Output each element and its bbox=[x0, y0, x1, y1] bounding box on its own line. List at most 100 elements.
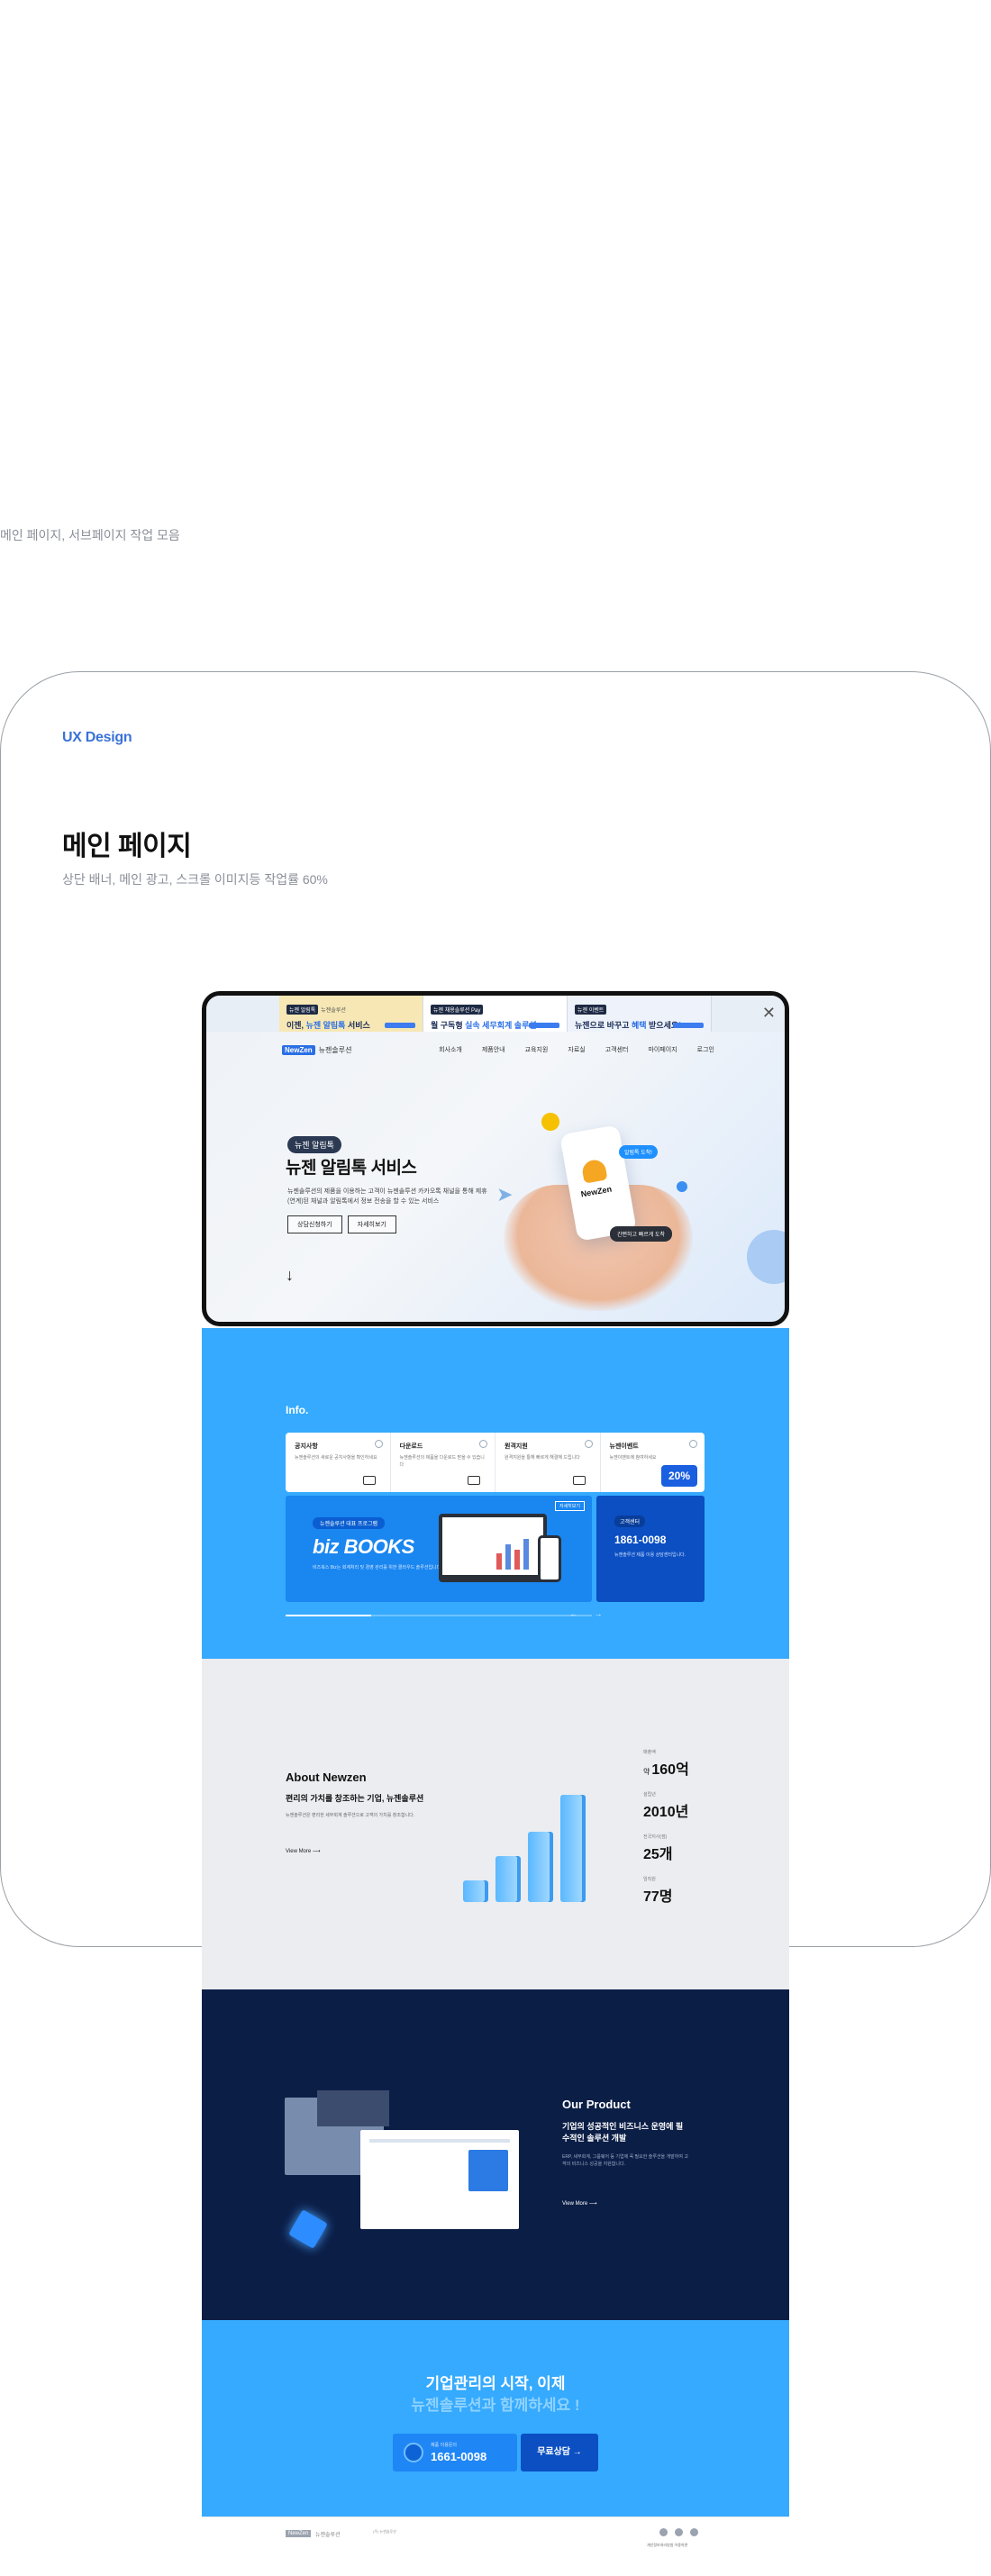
nav-item-login[interactable]: 로그인 bbox=[697, 1045, 714, 1054]
product-more-link[interactable]: View More ⟶ bbox=[562, 2200, 597, 2207]
info-card-remote[interactable]: 원격지원 원격지원을 통해 빠르게 해결해 드립니다 bbox=[496, 1433, 601, 1492]
plus-icon bbox=[479, 1440, 487, 1448]
growth-bar bbox=[560, 1795, 582, 1902]
stat-branches: 전국지사(점) 25개 bbox=[643, 1834, 673, 1862]
info-cards: 공지사항 뉴젠솔루션의 새로운 공지사항을 확인하세요 다운로드 뉴젠솔루션의 … bbox=[286, 1433, 705, 1492]
monitor-icon bbox=[572, 1476, 586, 1485]
hero-description: 뉴젠솔루션의 제품을 이용하는 고객이 뉴젠솔루션 카카오톡 채널을 통해 제휴… bbox=[287, 1188, 487, 1205]
detail-button[interactable]: 자세히보기 bbox=[347, 1215, 396, 1233]
info-card-event[interactable]: 뉴젠이벤트 뉴젠이벤트에 참여하세요 20% bbox=[601, 1433, 705, 1492]
info-card-notice[interactable]: 공지사항 뉴젠솔루션의 새로운 공지사항을 확인하세요 bbox=[286, 1433, 391, 1492]
about-subtitle: 편리의 가치를 창조하는 기업, 뉴젠솔루션 bbox=[286, 1794, 424, 1803]
bizbooks-panel[interactable]: 뉴젠솔루션 대표 프로그램 biz BOOKS 비즈북스 Biz는 회계처리 및… bbox=[286, 1496, 592, 1602]
stat-employees: 임직원 77명 bbox=[643, 1877, 673, 1905]
nav-item-resources[interactable]: 자료실 bbox=[568, 1045, 585, 1054]
instagram-icon[interactable] bbox=[675, 2528, 683, 2536]
free-consult-button[interactable]: 무료상담 → bbox=[521, 2434, 598, 2471]
phone-brand: NewZen bbox=[580, 1184, 613, 1199]
footer-brand: 뉴젠솔루션 bbox=[315, 2533, 341, 2538]
ad-button[interactable] bbox=[529, 1023, 559, 1028]
info-card-download[interactable]: 다운로드 뉴젠솔루션의 제품을 다운로드 받을 수 있습니다 bbox=[391, 1433, 496, 1492]
social-icons bbox=[659, 2528, 698, 2536]
download-icon bbox=[468, 1476, 480, 1485]
bizbooks-desc: 비즈북스 Biz는 회계처리 및 경영 관리를 위한 클라우드 솔루션입니다. bbox=[313, 1565, 442, 1570]
footer: NewZen 뉴젠솔루션 (주) 뉴젠솔루션 개인정보처리방침 이용약관 bbox=[202, 2517, 789, 2576]
product-screenshot bbox=[317, 2090, 389, 2126]
stat-founded: 설립년 2010년 bbox=[643, 1792, 689, 1820]
page-caption: 메인 페이지, 서브페이지 작업 모음 bbox=[0, 528, 180, 542]
bizbooks-more-button[interactable]: 자세히보기 bbox=[554, 1501, 585, 1511]
slider-arrows[interactable]: ← → bbox=[569, 1609, 610, 1618]
gem-icon bbox=[288, 2209, 328, 2249]
cta-subtitle: 뉴젠솔루션과 함께하세요 ! bbox=[411, 2397, 580, 2414]
info-section: Info. 공지사항 뉴젠솔루션의 새로운 공지사항을 확인하세요 다운로드 뉴… bbox=[202, 1328, 789, 1659]
cs-chip: 고객센터 bbox=[614, 1516, 646, 1527]
brand-name: 뉴젠솔루션 bbox=[318, 1045, 352, 1054]
nav-menu: 회사소개 제품안내 교육지원 자료실 고객센터 마이페이지 로그인 bbox=[439, 1045, 714, 1054]
footer-info: (주) 뉴젠솔루션 bbox=[373, 2529, 396, 2534]
deco-ball bbox=[541, 1113, 559, 1131]
main-navigation: NewZen 뉴젠솔루션 회사소개 제품안내 교육지원 자료실 고객센터 마이페… bbox=[282, 1042, 714, 1057]
consult-button[interactable]: 상담신청하기 bbox=[287, 1215, 342, 1233]
nav-item-about[interactable]: 회사소개 bbox=[439, 1045, 462, 1054]
ad-button[interactable] bbox=[673, 1023, 704, 1028]
cta-section: 기업관리의 시작, 이제 뉴젠솔루션과 함께하세요 ! 제품 이용문의 1661… bbox=[202, 2320, 789, 2517]
footer-logo[interactable]: NewZen bbox=[286, 2530, 312, 2537]
deco-circle bbox=[747, 1230, 785, 1284]
notification-chip: 알림톡 도착! bbox=[619, 1145, 658, 1159]
cta-title: 기업관리의 시작, 이제 bbox=[425, 2375, 566, 2392]
slider-progress bbox=[286, 1615, 592, 1616]
product-title: Our Product bbox=[562, 2098, 631, 2111]
cs-phone-number: 1861-0098 bbox=[614, 1534, 667, 1546]
about-title: About Newzen bbox=[286, 1770, 367, 1784]
logo[interactable]: NewZen bbox=[282, 1044, 315, 1055]
close-icon[interactable]: ✕ bbox=[762, 1005, 776, 1021]
blog-icon[interactable] bbox=[659, 2528, 668, 2536]
about-desc: 뉴젠솔루션은 편리한 세무회계 솔루션으로 고객의 가치를 창조합니다. bbox=[286, 1813, 415, 1818]
nav-item-education[interactable]: 교육지원 bbox=[525, 1045, 549, 1054]
product-section: Our Product 기업의 성공적인 비즈니스 운영에 필수적인 솔루션 개… bbox=[202, 1989, 789, 2320]
ad-small-text: 뉴젠솔루션 bbox=[321, 1008, 346, 1014]
customer-center-panel[interactable]: 고객센터 1861-0098 뉴젠솔루션 제품 이용 상담센터입니다. bbox=[596, 1496, 705, 1602]
bizbooks-title: biz BOOKS bbox=[313, 1535, 414, 1558]
call-button[interactable]: 제품 이용문의 1661-0098 bbox=[393, 2434, 517, 2471]
headset-icon bbox=[404, 2443, 423, 2462]
ad-tag: 뉴젠 알림톡 bbox=[286, 1005, 319, 1015]
nav-item-mypage[interactable]: 마이페이지 bbox=[648, 1045, 677, 1054]
plus-icon bbox=[584, 1440, 593, 1448]
discount-badge: 20% bbox=[661, 1465, 697, 1487]
growth-bar-chart bbox=[436, 1749, 589, 1920]
growth-bar bbox=[463, 1880, 485, 1902]
ad-tag: 뉴젠 이벤트 bbox=[575, 1005, 607, 1015]
speaker-icon bbox=[362, 1476, 376, 1485]
ad-item-2[interactable]: 뉴젠 채용솔루션 Pay 월 구독형 실속 세무회계 솔루션 bbox=[423, 996, 568, 1032]
section-title: 메인 페이지 bbox=[62, 832, 192, 861]
hero-title: 뉴젠 알림톡 서비스 bbox=[286, 1159, 417, 1178]
nav-item-support[interactable]: 고객센터 bbox=[605, 1045, 629, 1054]
product-desc: ERP, 세무회계, 그룹웨어 등 기업에 꼭 필요한 솔루션을 개발하여 고객… bbox=[562, 2154, 688, 2167]
nav-item-products[interactable]: 제품안내 bbox=[482, 1045, 505, 1054]
info-title: Info. bbox=[286, 1404, 309, 1416]
top-ad-banner: 뉴젠 알림톡 뉴젠솔루션 이젠, 뉴젠 알림톡 서비스 뉴젠 채용솔루션 Pay … bbox=[206, 996, 785, 1032]
stat-revenue: 매출액 약 160억 bbox=[643, 1750, 689, 1778]
laptop-illustration bbox=[439, 1514, 547, 1582]
cs-desc: 뉴젠솔루션 제품 이용 상담센터입니다. bbox=[614, 1552, 686, 1558]
growth-bar bbox=[528, 1832, 550, 1902]
hero-device-frame: 뉴젠 알림톡 뉴젠솔루션 이젠, 뉴젠 알림톡 서비스 뉴젠 채용솔루션 Pay … bbox=[202, 991, 789, 1326]
ad-button[interactable] bbox=[385, 1023, 415, 1028]
product-subtitle: 기업의 성공적인 비즈니스 운영에 필수적인 솔루션 개발 bbox=[562, 2122, 684, 2143]
about-more-link[interactable]: View More ⟶ bbox=[286, 1848, 321, 1854]
section-subtitle: 상단 배너, 메인 광고, 스크롤 이미지등 작업률 60% bbox=[62, 872, 328, 887]
plus-icon bbox=[374, 1440, 383, 1448]
growth-bar bbox=[496, 1856, 517, 1902]
footer-links[interactable]: 개인정보처리방침 이용약관 bbox=[647, 2543, 687, 2548]
product-screenshot-main bbox=[360, 2130, 519, 2229]
ad-tag: 뉴젠 채용솔루션 Pay bbox=[431, 1005, 484, 1015]
bizbooks-chip: 뉴젠솔루션 대표 프로그램 bbox=[313, 1517, 386, 1529]
ad-item-3[interactable]: 뉴젠 이벤트 뉴젠으로 바꾸고 혜택 받으세요! bbox=[568, 996, 712, 1032]
scroll-down-icon[interactable]: ↓ bbox=[286, 1266, 294, 1285]
facebook-icon[interactable] bbox=[690, 2528, 698, 2536]
ad-item-1[interactable]: 뉴젠 알림톡 뉴젠솔루션 이젠, 뉴젠 알림톡 서비스 bbox=[279, 996, 423, 1032]
about-section: About Newzen 편리의 가치를 창조하는 기업, 뉴젠솔루션 뉴젠솔루… bbox=[202, 1659, 789, 1989]
hero-badge: 뉴젠 알림톡 bbox=[287, 1136, 341, 1153]
